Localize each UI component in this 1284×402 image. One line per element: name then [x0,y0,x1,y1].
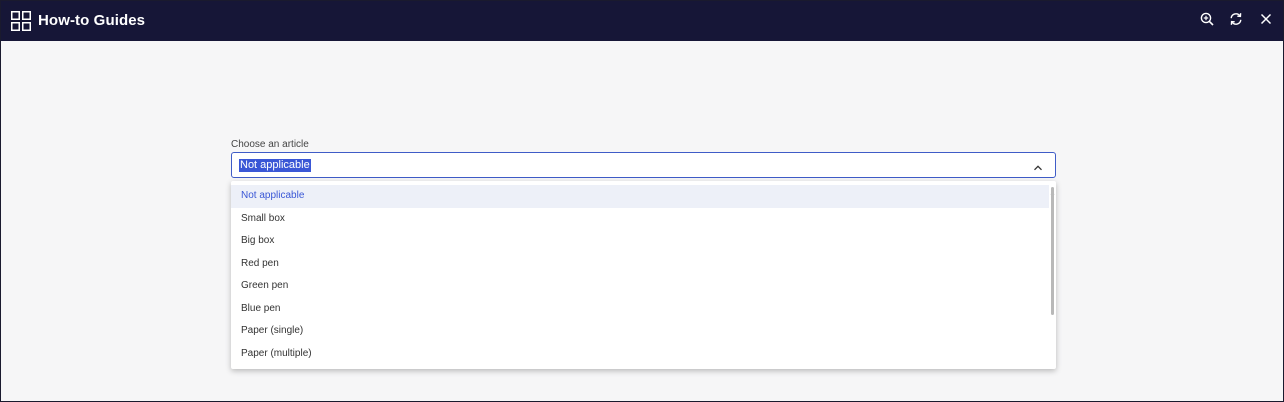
scroll-up-arrow-icon[interactable] [1050,182,1055,195]
option-paper-multiple[interactable]: Paper (multiple) [231,343,1049,366]
article-options-list: Not applicable Small box Big box Red pen… [231,181,1056,369]
article-select[interactable]: Not applicable [231,152,1056,178]
title-bar: How-to Guides [1,1,1283,41]
app-grid-icon[interactable] [11,11,31,31]
close-button[interactable] [1256,11,1276,31]
article-select-value: Not applicable [239,159,311,172]
zoom-in-icon [1200,12,1214,31]
refresh-icon [1229,12,1243,31]
chevron-up-icon[interactable] [1033,160,1043,171]
option-small-box[interactable]: Small box [231,208,1049,231]
dropdown-scrollbar[interactable] [1050,183,1055,367]
zoom-button[interactable] [1197,11,1217,31]
option-blue-pen[interactable]: Blue pen [231,298,1049,321]
option-green-pen[interactable]: Green pen [231,275,1049,298]
article-field-label: Choose an article [231,139,309,150]
option-not-applicable[interactable]: Not applicable [231,185,1049,208]
option-paper-single[interactable]: Paper (single) [231,320,1049,343]
app-window: How-to Guides Choose an article Not appl… [0,0,1284,402]
refresh-button[interactable] [1226,11,1246,31]
scrollbar-thumb[interactable] [1051,187,1054,315]
option-big-box[interactable]: Big box [231,230,1049,253]
scroll-down-arrow-icon[interactable] [1050,364,1055,368]
close-icon [1260,12,1272,30]
option-red-pen[interactable]: Red pen [231,253,1049,276]
window-title: How-to Guides [38,12,146,29]
